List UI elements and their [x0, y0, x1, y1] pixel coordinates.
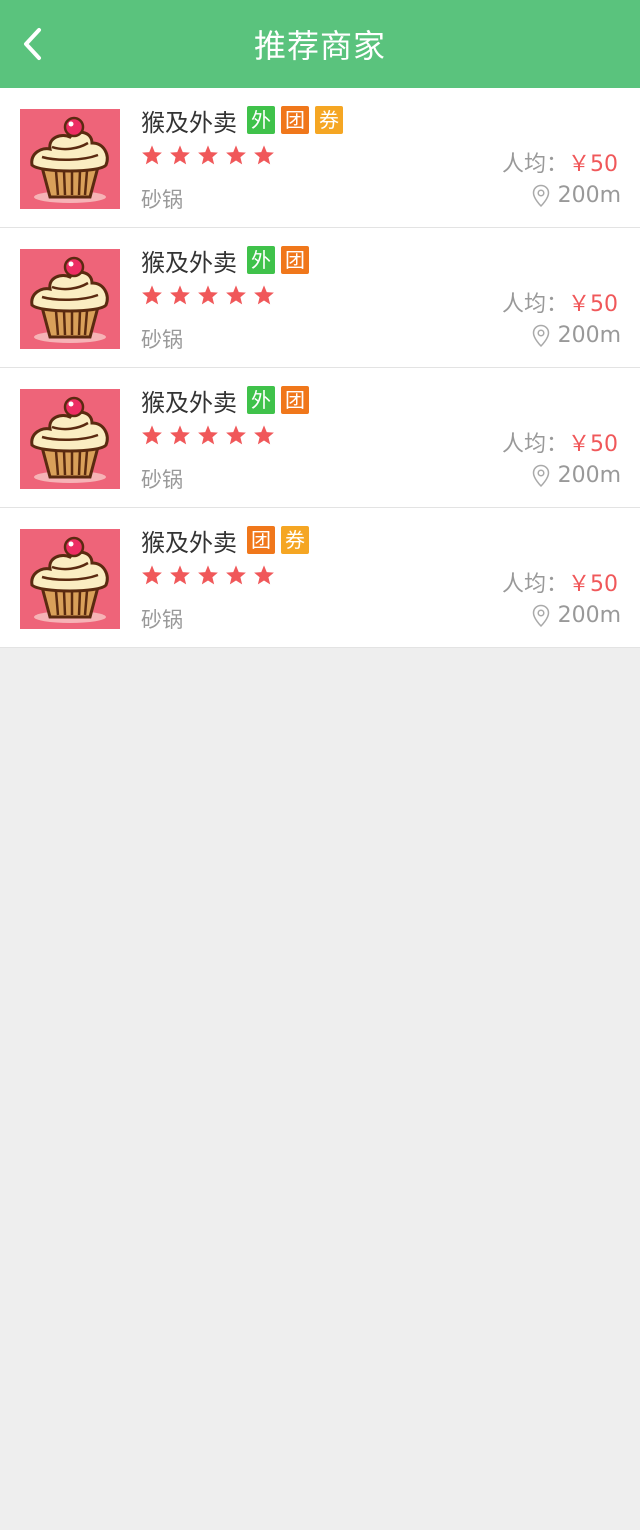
- price-value: ￥50: [568, 292, 618, 317]
- star-icon: [197, 284, 219, 306]
- average-price: 人均：￥50: [502, 286, 618, 318]
- distance: 200m: [532, 603, 621, 628]
- merchant-item[interactable]: 猴及外卖 外团券 砂锅 人均：￥50 200m: [0, 88, 640, 228]
- star-icon: [253, 564, 275, 586]
- tag-badge: 团: [281, 246, 309, 274]
- star-icon: [169, 564, 191, 586]
- star-icon: [197, 564, 219, 586]
- location-pin-icon: [532, 324, 550, 348]
- distance-value: 200m: [557, 463, 621, 488]
- distance-value: 200m: [557, 603, 621, 628]
- page-title: 推荐商家: [253, 27, 386, 65]
- merchant-name: 猴及外卖: [141, 388, 237, 417]
- location-pin-icon: [532, 464, 550, 488]
- rating-stars: [141, 284, 281, 310]
- merchant-name: 猴及外卖: [141, 528, 237, 557]
- star-icon: [169, 284, 191, 306]
- app-header: 推荐商家: [0, 0, 640, 88]
- distance-value: 200m: [557, 183, 621, 208]
- merchant-item[interactable]: 猴及外卖 外团 砂锅 人均：￥50 200m: [0, 368, 640, 508]
- chevron-left-icon: [24, 28, 41, 60]
- merchant-list: 猴及外卖 外团券 砂锅 人均：￥50 200m 猴及外卖 外团 砂锅 人均：￥5…: [0, 88, 640, 648]
- star-icon: [197, 144, 219, 166]
- tag-badge: 外: [247, 246, 275, 274]
- tag-badge: 团: [281, 106, 309, 134]
- star-icon: [253, 424, 275, 446]
- location-pin-icon: [532, 184, 550, 208]
- tag-badge: 外: [247, 386, 275, 414]
- merchant-item[interactable]: 猴及外卖 团券 砂锅 人均：￥50 200m: [0, 508, 640, 648]
- star-icon: [253, 284, 275, 306]
- rating-stars: [141, 564, 281, 590]
- star-icon: [141, 424, 163, 446]
- average-price: 人均：￥50: [502, 426, 618, 458]
- star-icon: [141, 284, 163, 306]
- merchant-name-row: 猴及外卖 团券: [141, 524, 315, 557]
- rating-stars: [141, 144, 281, 170]
- tag-badge: 券: [281, 526, 309, 554]
- distance: 200m: [532, 183, 621, 208]
- merchant-item[interactable]: 猴及外卖 外团 砂锅 人均：￥50 200m: [0, 228, 640, 368]
- star-icon: [253, 144, 275, 166]
- average-price: 人均：￥50: [502, 566, 618, 598]
- merchant-name: 猴及外卖: [141, 108, 237, 137]
- merchant-name-row: 猴及外卖 外团: [141, 384, 315, 417]
- star-icon: [197, 424, 219, 446]
- price-value: ￥50: [568, 572, 618, 597]
- star-icon: [169, 424, 191, 446]
- average-price: 人均：￥50: [502, 146, 618, 178]
- tag-badge: 团: [281, 386, 309, 414]
- cupcake-image: [20, 109, 120, 209]
- cupcake-image: [20, 529, 120, 629]
- price-label: 人均：: [501, 292, 568, 317]
- price-value: ￥50: [568, 152, 618, 177]
- distance: 200m: [532, 323, 621, 348]
- distance-value: 200m: [557, 323, 621, 348]
- tag-badge: 团: [247, 526, 275, 554]
- merchant-name-row: 猴及外卖 外团: [141, 244, 315, 277]
- merchant-category: 砂锅: [141, 188, 183, 212]
- star-icon: [225, 284, 247, 306]
- tag-badge: 券: [315, 106, 343, 134]
- back-button[interactable]: [12, 22, 52, 66]
- location-pin-icon: [532, 604, 550, 628]
- merchant-category: 砂锅: [141, 468, 183, 492]
- star-icon: [169, 144, 191, 166]
- price-label: 人均：: [501, 152, 568, 177]
- price-label: 人均：: [501, 572, 568, 597]
- price-label: 人均：: [501, 432, 568, 457]
- merchant-category: 砂锅: [141, 328, 183, 352]
- merchant-name: 猴及外卖: [141, 248, 237, 277]
- star-icon: [141, 564, 163, 586]
- star-icon: [141, 144, 163, 166]
- distance: 200m: [532, 463, 621, 488]
- rating-stars: [141, 424, 281, 450]
- cupcake-image: [20, 249, 120, 349]
- star-icon: [225, 564, 247, 586]
- tag-badge: 外: [247, 106, 275, 134]
- merchant-category: 砂锅: [141, 608, 183, 632]
- merchant-name-row: 猴及外卖 外团券: [141, 104, 349, 137]
- price-value: ￥50: [568, 432, 618, 457]
- star-icon: [225, 424, 247, 446]
- cupcake-image: [20, 389, 120, 489]
- star-icon: [225, 144, 247, 166]
